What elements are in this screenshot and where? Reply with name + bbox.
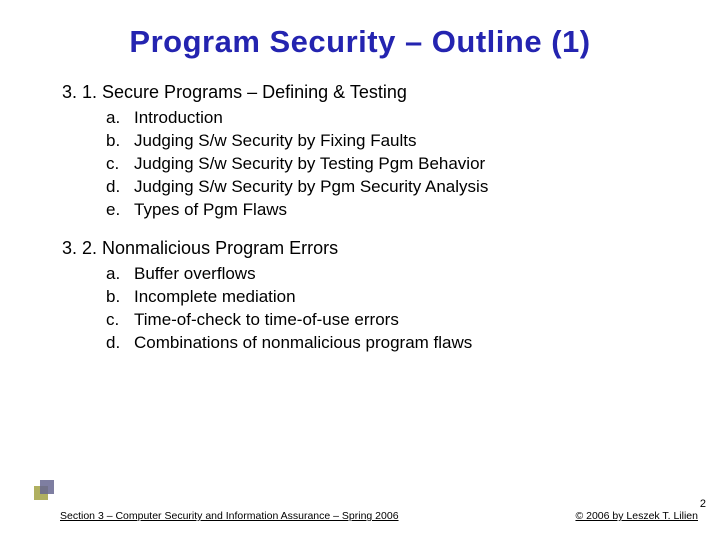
list-marker: d.: [106, 176, 134, 199]
slide: Program Security – Outline (1) 3. 1. Sec…: [0, 0, 720, 540]
list-item: d.Combinations of nonmalicious program f…: [106, 332, 670, 355]
list-text: Buffer overflows: [134, 264, 256, 283]
list-text: Time-of-check to time-of-use errors: [134, 310, 399, 329]
list-marker: b.: [106, 130, 134, 153]
list-item: d.Judging S/w Security by Pgm Security A…: [106, 176, 670, 199]
list-item: b.Incomplete mediation: [106, 286, 670, 309]
section-list: a.Buffer overflows b.Incomplete mediatio…: [106, 263, 670, 355]
square-icon: [40, 480, 54, 494]
footer: Section 3 – Computer Security and Inform…: [0, 510, 720, 522]
list-item: b.Judging S/w Security by Fixing Faults: [106, 130, 670, 153]
list-marker: a.: [106, 263, 134, 286]
list-text: Judging S/w Security by Fixing Faults: [134, 131, 417, 150]
list-text: Judging S/w Security by Pgm Security Ana…: [134, 177, 488, 196]
section-1: 3. 1. Secure Programs – Defining & Testi…: [50, 82, 670, 222]
list-marker: c.: [106, 309, 134, 332]
footer-right: © 2006 by Leszek T. Lilien: [575, 510, 698, 522]
list-item: c.Judging S/w Security by Testing Pgm Be…: [106, 153, 670, 176]
page-number: 2: [700, 498, 706, 510]
list-text: Combinations of nonmalicious program fla…: [134, 333, 472, 352]
list-marker: d.: [106, 332, 134, 355]
list-text: Introduction: [134, 108, 223, 127]
section-2: 3. 2. Nonmalicious Program Errors a.Buff…: [50, 238, 670, 355]
list-text: Judging S/w Security by Testing Pgm Beha…: [134, 154, 485, 173]
list-text: Types of Pgm Flaws: [134, 200, 287, 219]
list-marker: b.: [106, 286, 134, 309]
list-item: c.Time-of-check to time-of-use errors: [106, 309, 670, 332]
slide-title: Program Security – Outline (1): [50, 24, 670, 60]
list-item: e.Types of Pgm Flaws: [106, 199, 670, 222]
section-heading: 3. 2. Nonmalicious Program Errors: [62, 238, 670, 259]
footer-left: Section 3 – Computer Security and Inform…: [60, 510, 399, 522]
list-item: a.Buffer overflows: [106, 263, 670, 286]
list-item: a.Introduction: [106, 107, 670, 130]
section-heading: 3. 1. Secure Programs – Defining & Testi…: [62, 82, 670, 103]
list-marker: c.: [106, 153, 134, 176]
list-marker: e.: [106, 199, 134, 222]
corner-decoration: [34, 480, 54, 500]
list-text: Incomplete mediation: [134, 287, 296, 306]
section-list: a.Introduction b.Judging S/w Security by…: [106, 107, 670, 222]
list-marker: a.: [106, 107, 134, 130]
